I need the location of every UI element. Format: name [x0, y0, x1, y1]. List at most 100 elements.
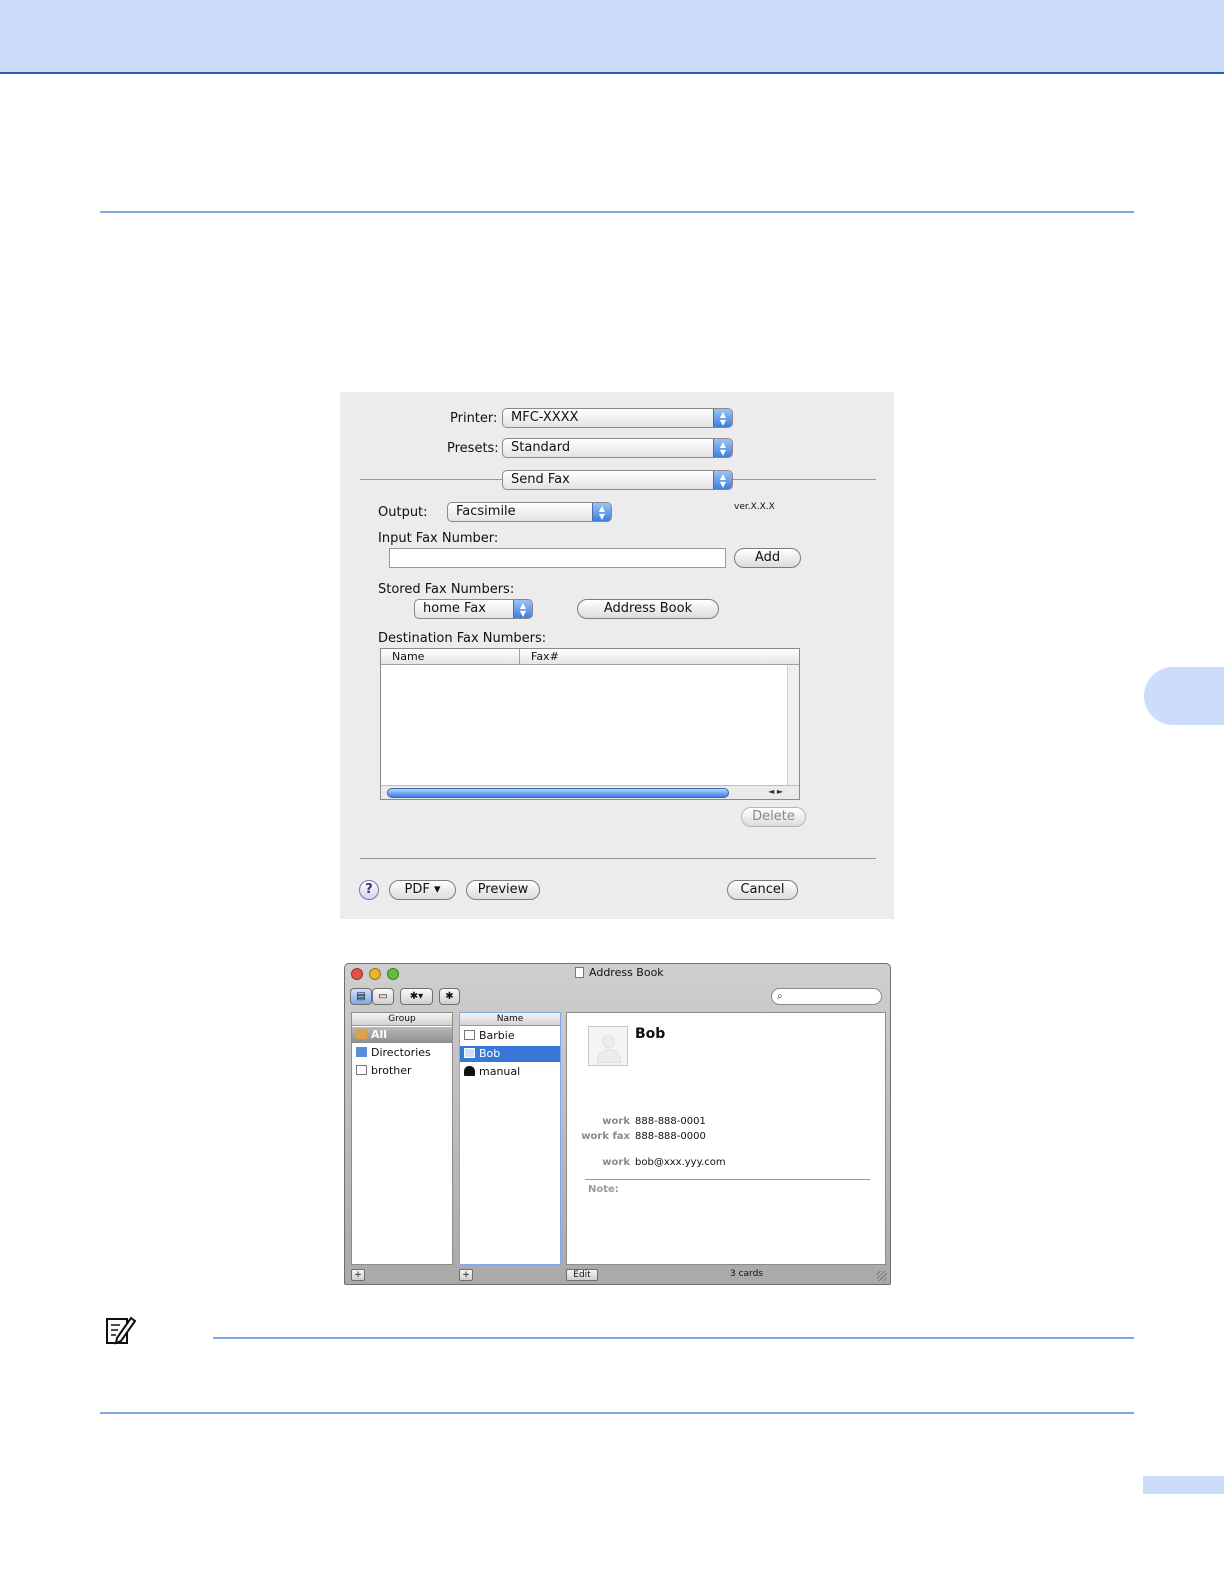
output-popup[interactable]: Facsimile ▲ ▼: [447, 502, 612, 522]
group-icon: [356, 1065, 367, 1075]
print-dialog: Printer: MFC-XXXX ▲ ▼ Presets: Standard ▲…: [340, 392, 894, 919]
horizontal-scrollbar[interactable]: ◄ ►: [381, 785, 799, 799]
add-group-button[interactable]: +: [351, 1269, 365, 1281]
popup-arrows-icon: ▲ ▼: [713, 471, 732, 489]
silhouette-body: [597, 1049, 621, 1063]
group-item-brother[interactable]: brother: [352, 1063, 452, 1079]
input-fax-field[interactable]: [389, 548, 726, 568]
group-label: Directories: [371, 1046, 431, 1059]
directory-icon: [356, 1047, 367, 1057]
note-rule-bottom: [100, 1412, 1134, 1414]
search-icon: ⌕: [777, 991, 783, 1002]
output-value: Facsimile: [456, 504, 516, 519]
group-item-all[interactable]: All: [352, 1027, 452, 1043]
column-separator: [519, 649, 520, 665]
stored-fax-label: Stored Fax Numbers:: [378, 582, 515, 597]
cancel-button[interactable]: Cancel: [727, 880, 798, 900]
popup-arrows-icon: ▲ ▼: [713, 439, 732, 457]
vertical-scrollbar[interactable]: [787, 665, 799, 785]
note-separator: [585, 1179, 870, 1180]
work-phone-value[interactable]: 888-888-0001: [635, 1116, 706, 1127]
window-title-text: Address Book: [589, 966, 664, 979]
field-label: work: [602, 1157, 630, 1168]
popup-arrows-icon: ▲ ▼: [513, 600, 532, 618]
note-rule-top: [213, 1337, 1134, 1339]
card-count: 3 cards: [730, 1269, 763, 1279]
scroll-arrows-icon[interactable]: ◄ ►: [768, 787, 783, 796]
scroll-thumb[interactable]: [387, 788, 729, 798]
stored-fax-popup[interactable]: home Fax ▲ ▼: [414, 599, 533, 619]
column-header-name[interactable]: Name: [392, 650, 424, 663]
presets-label: Presets:: [447, 441, 499, 456]
page-header-band: [0, 0, 1224, 74]
group-header: Group: [352, 1013, 452, 1026]
output-label: Output:: [378, 505, 428, 520]
contact-name: Bob: [635, 1026, 666, 1042]
input-fax-label: Input Fax Number:: [378, 531, 499, 546]
name-header: Name: [460, 1013, 560, 1026]
version-label: ver.X.X.X: [734, 502, 775, 512]
contact-card: Bob work 888-888-0001 work fax 888-888-0…: [566, 1012, 886, 1265]
section-rule-top: [100, 211, 1134, 213]
group-item-directories[interactable]: Directories: [352, 1045, 452, 1061]
search-field[interactable]: ⌕: [771, 988, 882, 1005]
printer-value: MFC-XXXX: [511, 410, 579, 425]
bluetooth-icon[interactable]: ✱: [439, 988, 460, 1005]
group-pane: Group All Directories brother: [351, 1012, 453, 1265]
preview-button[interactable]: Preview: [466, 880, 540, 900]
group-label: All: [371, 1028, 388, 1041]
destination-label: Destination Fax Numbers:: [378, 631, 547, 646]
column-header-fax[interactable]: Fax#: [531, 650, 559, 663]
note-label: Note:: [588, 1184, 619, 1195]
delete-button[interactable]: Delete: [741, 807, 806, 827]
address-book-button[interactable]: Address Book: [577, 599, 719, 619]
add-card-button[interactable]: +: [459, 1269, 473, 1281]
contact-photo[interactable]: [588, 1026, 628, 1066]
pdf-button[interactable]: PDF ▾: [389, 880, 456, 900]
separator: [360, 858, 876, 859]
card-icon: [464, 1048, 475, 1058]
gear-icon[interactable]: ✱▾: [400, 988, 433, 1005]
note-icon: [106, 1316, 136, 1345]
separator: [733, 479, 876, 480]
panel-popup[interactable]: Send Fax ▲ ▼: [502, 470, 733, 490]
minimize-window-icon[interactable]: [369, 968, 381, 980]
silhouette-head: [602, 1035, 615, 1048]
help-button[interactable]: ?: [359, 880, 379, 900]
presets-value: Standard: [511, 440, 571, 455]
destination-table[interactable]: Name Fax# ◄ ►: [380, 648, 800, 800]
name-label: Barbie: [479, 1029, 515, 1042]
address-book-icon: [575, 967, 584, 978]
name-item-manual[interactable]: manual: [460, 1064, 560, 1080]
card-icon: [464, 1030, 475, 1040]
person-icon: [464, 1066, 475, 1076]
popup-arrows-icon: ▲ ▼: [713, 409, 732, 427]
chapter-tab: [1144, 667, 1224, 725]
popup-arrows-icon: ▲ ▼: [592, 503, 611, 521]
window-title: Address Book: [575, 966, 664, 979]
panel-value: Send Fax: [511, 472, 570, 487]
name-label: Bob: [479, 1047, 501, 1060]
group-label: brother: [371, 1064, 412, 1077]
name-label: manual: [479, 1065, 521, 1078]
field-label: work fax: [581, 1131, 630, 1142]
name-item-bob[interactable]: Bob: [460, 1046, 560, 1062]
work-fax-value[interactable]: 888-888-0000: [635, 1131, 706, 1142]
close-window-icon[interactable]: [351, 968, 363, 980]
add-button[interactable]: Add: [734, 548, 801, 568]
presets-popup[interactable]: Standard ▲ ▼: [502, 438, 733, 458]
name-item-barbie[interactable]: Barbie: [460, 1028, 560, 1044]
folder-icon: [356, 1029, 367, 1039]
view-columns-icon[interactable]: ▤: [350, 988, 372, 1005]
resize-grip-icon[interactable]: [877, 1271, 887, 1281]
work-email-value[interactable]: bob@xxx.yyy.com: [635, 1157, 726, 1168]
view-card-icon[interactable]: ▭: [372, 988, 394, 1005]
edit-button[interactable]: Edit: [566, 1269, 598, 1281]
table-header: Name Fax#: [381, 649, 799, 665]
stored-fax-value: home Fax: [423, 601, 486, 616]
printer-label: Printer:: [450, 411, 498, 426]
zoom-window-icon[interactable]: [387, 968, 399, 980]
printer-popup[interactable]: MFC-XXXX ▲ ▼: [502, 408, 733, 428]
name-pane: Name Barbie Bob manual: [459, 1012, 561, 1265]
page-number-box: [1143, 1476, 1224, 1494]
